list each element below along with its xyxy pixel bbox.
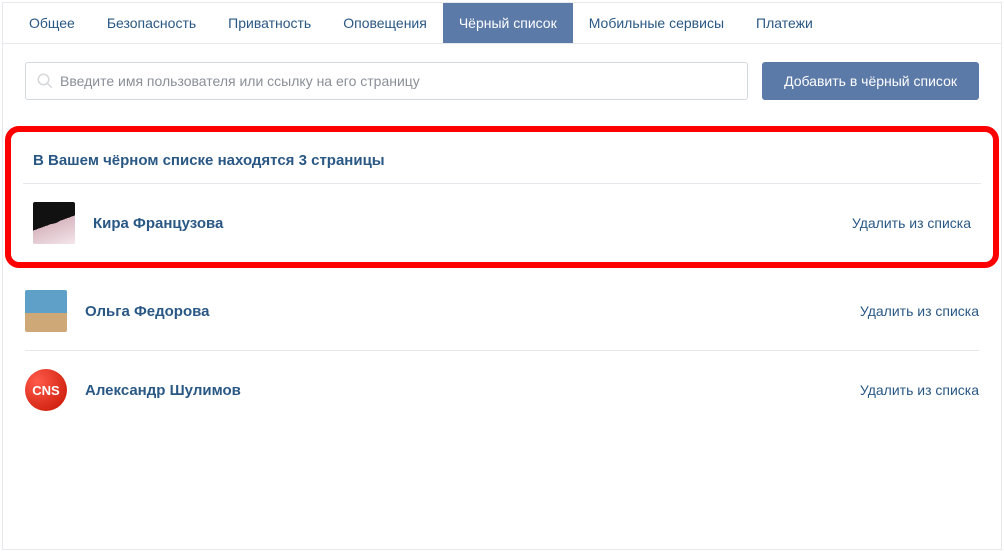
settings-tabs: Общее Безопасность Приватность Оповещени… [3,3,1001,44]
user-name-link[interactable]: Кира Французова [93,215,852,232]
tab-privacy[interactable]: Приватность [212,3,327,43]
search-icon [36,72,54,90]
avatar[interactable] [25,290,67,332]
search-field-wrap [25,62,748,100]
tab-notifications[interactable]: Оповещения [327,3,443,43]
highlight-annotation: В Вашем чёрном списке находятся 3 страни… [5,126,999,268]
blacklist-list: Ольга Федорова Удалить из списка CNS Але… [3,272,1001,429]
user-name-link[interactable]: Александр Шулимов [85,382,860,399]
add-to-blacklist-button[interactable]: Добавить в чёрный список [762,62,979,100]
spacer [3,429,1001,549]
tab-general[interactable]: Общее [13,3,91,43]
remove-from-list-link[interactable]: Удалить из списка [860,303,979,319]
tab-blacklist[interactable]: Чёрный список [443,3,573,43]
blacklist-row: CNS Александр Шулимов Удалить из списка [25,351,979,429]
tab-payments[interactable]: Платежи [740,3,829,43]
settings-panel: Общее Безопасность Приватность Оповещени… [2,2,1002,550]
blacklist-row: Кира Французова Удалить из списка [23,184,981,262]
user-name-link[interactable]: Ольга Федорова [85,303,860,320]
blacklist-row: Ольга Федорова Удалить из списка [25,272,979,351]
tab-mobile[interactable]: Мобильные сервисы [573,3,740,43]
blacklist-count-header: В Вашем чёрном списке находятся 3 страни… [23,136,981,184]
tab-security[interactable]: Безопасность [91,3,212,43]
avatar[interactable]: CNS [25,369,67,411]
remove-from-list-link[interactable]: Удалить из списка [852,215,971,231]
search-input[interactable] [60,63,747,99]
remove-from-list-link[interactable]: Удалить из списка [860,382,979,398]
search-row: Добавить в чёрный список [3,44,1001,118]
avatar[interactable] [33,202,75,244]
